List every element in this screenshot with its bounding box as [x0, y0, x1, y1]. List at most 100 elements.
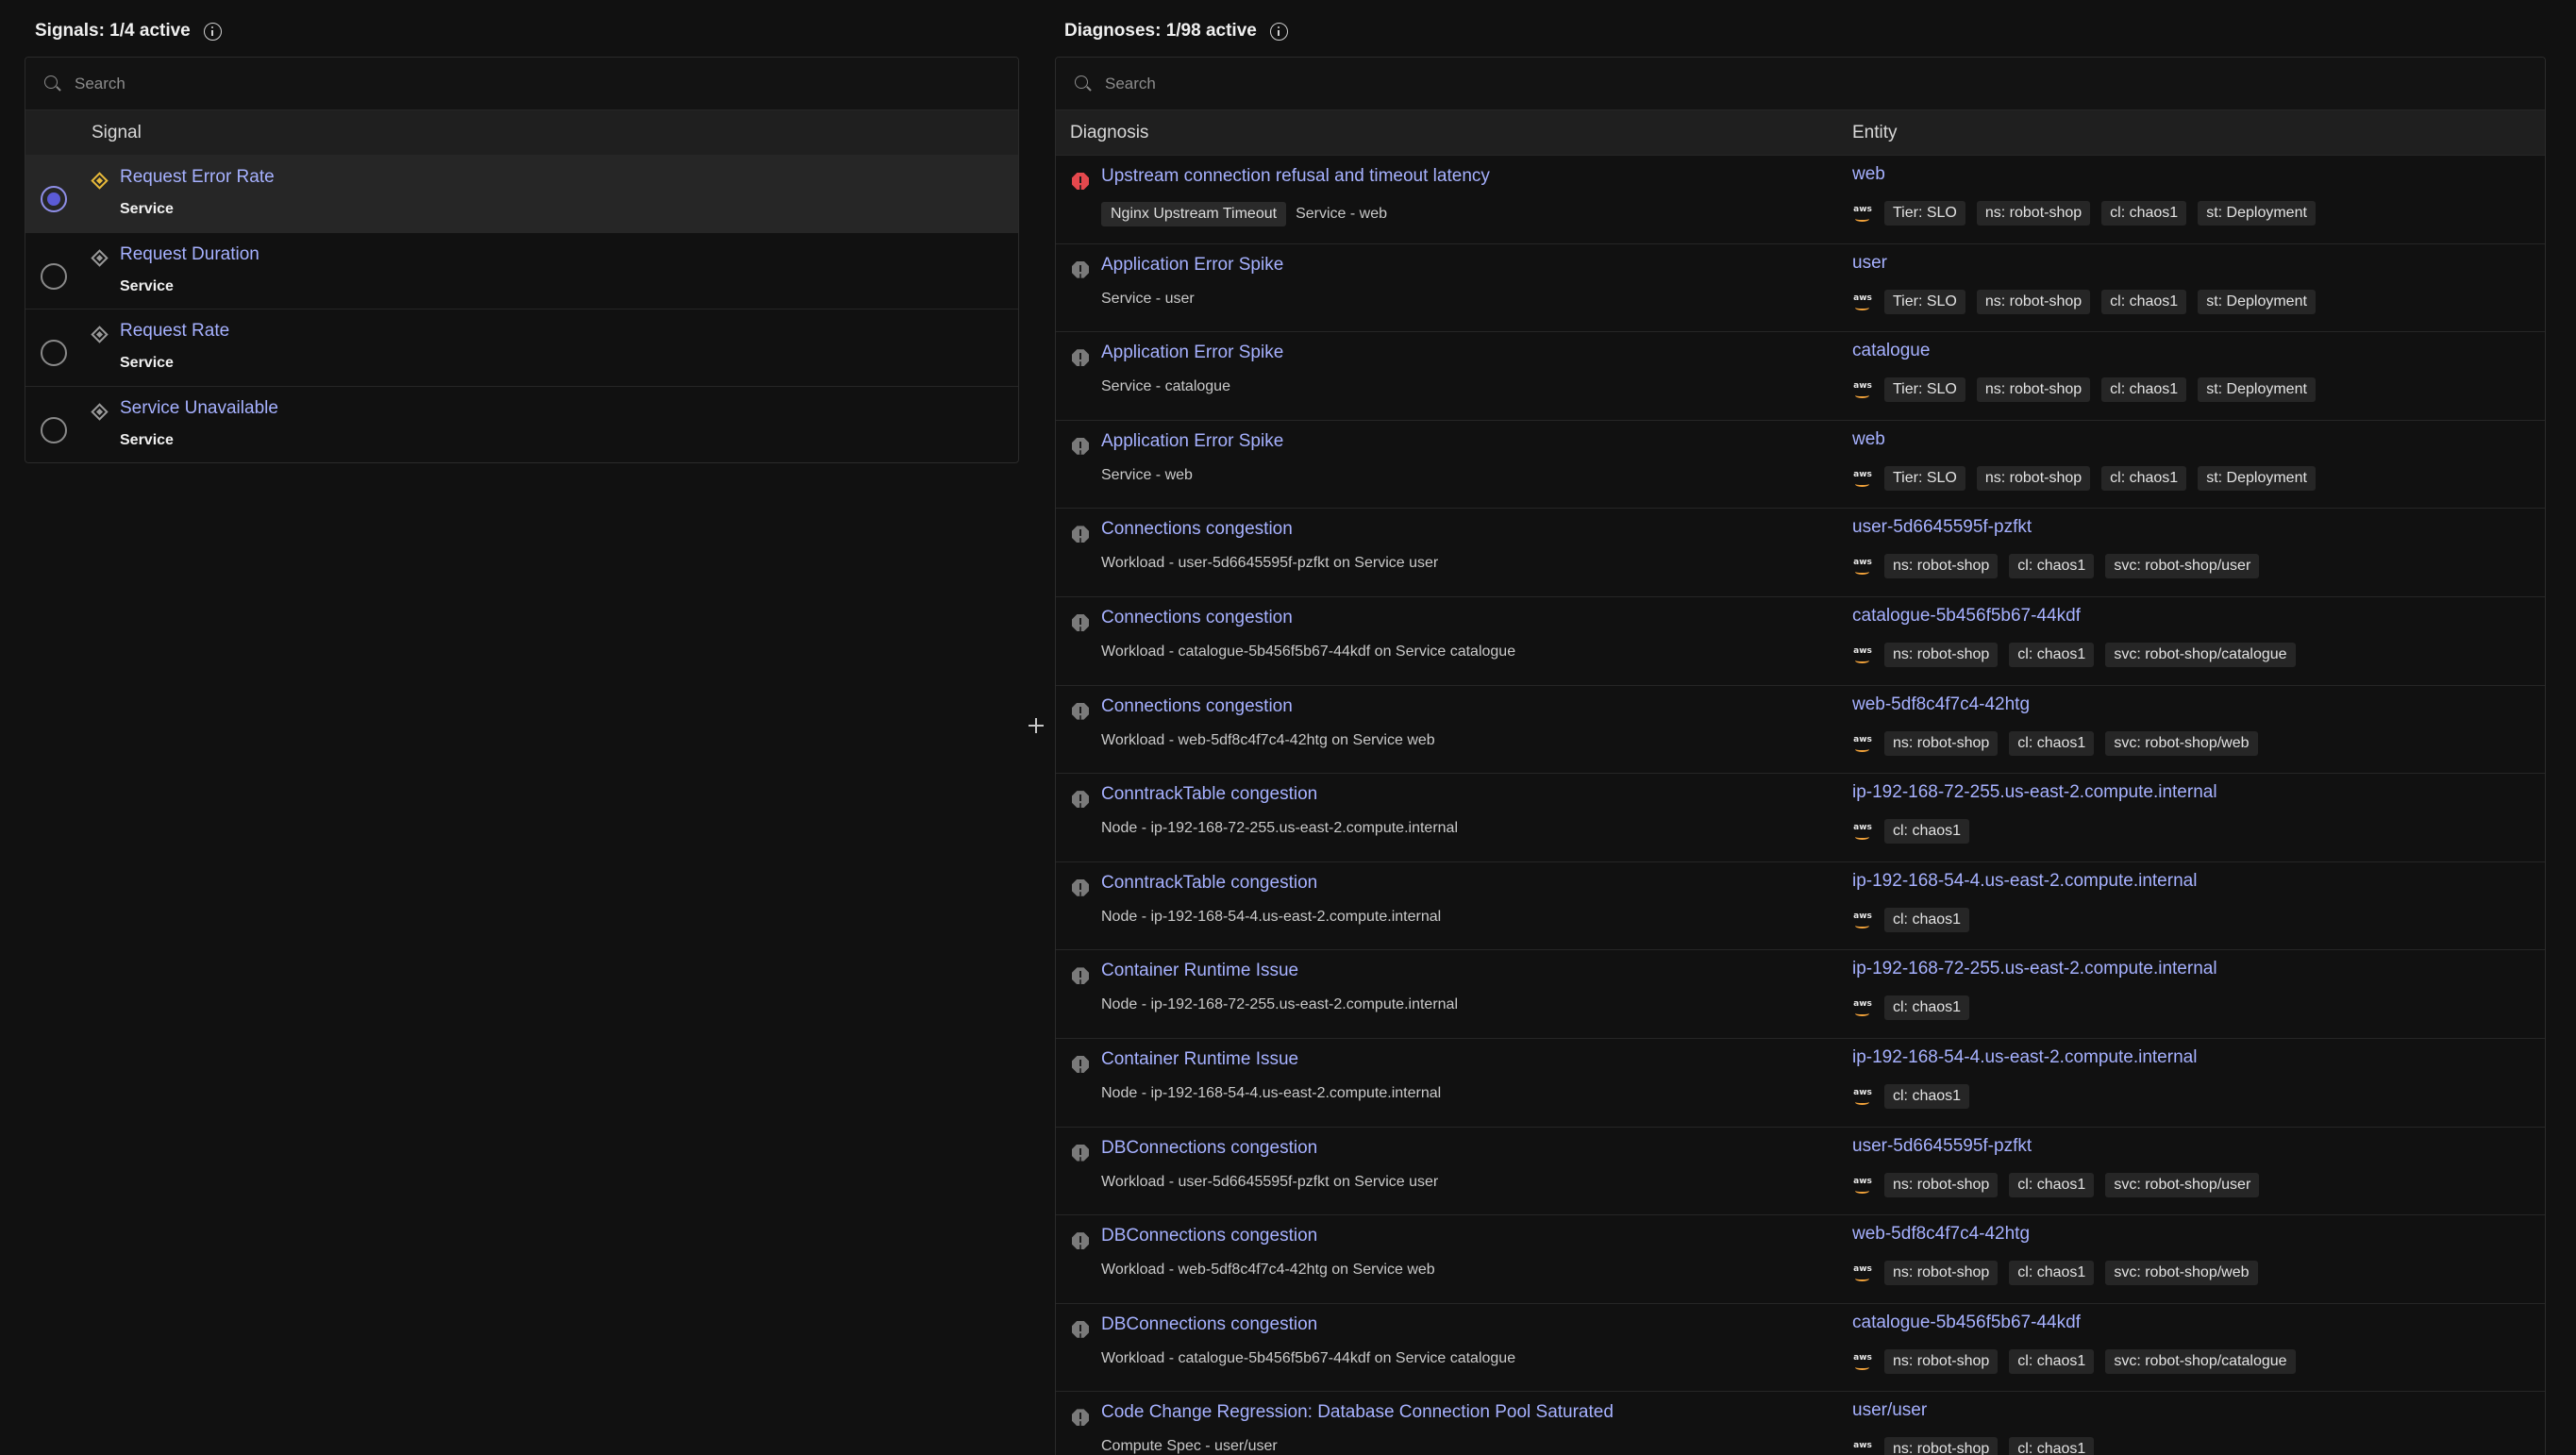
column-entity[interactable]: Entity	[1852, 123, 1898, 143]
aws-icon: aws	[1852, 558, 1873, 576]
diagnosis-name[interactable]: Code Change Regression: Database Connect…	[1101, 1402, 1614, 1423]
diagnosis-name[interactable]: ConntrackTable congestion	[1101, 784, 1317, 805]
entity-name[interactable]: web	[1852, 164, 1885, 185]
diagnosis-scope: Workload - catalogue-5b456f5b67-44kdf on…	[1101, 643, 1516, 660]
diagnosis-row[interactable]: Container Runtime Issue Node - ip-192-16…	[1056, 950, 2545, 1039]
info-icon[interactable]	[203, 22, 222, 41]
entity-name[interactable]: user	[1852, 253, 1887, 274]
entity-name[interactable]: web	[1852, 429, 1885, 450]
signal-row[interactable]: Request Duration Service	[25, 233, 1018, 309]
diagnosis-row[interactable]: Upstream connection refusal and timeout …	[1056, 156, 2545, 244]
signal-status-icon	[91, 172, 109, 190]
diagnosis-row[interactable]: Connections congestion Workload - web-5d…	[1056, 686, 2545, 775]
diagnosis-row[interactable]: Code Change Regression: Database Connect…	[1056, 1392, 2545, 1455]
diagnosis-name[interactable]: DBConnections congestion	[1101, 1138, 1317, 1159]
entity-tag: st: Deployment	[2198, 465, 2316, 491]
entity-tag: cl: chaos1	[2101, 289, 2187, 314]
severity-icon	[1072, 526, 1089, 544]
signals-search-input[interactable]	[75, 74, 951, 93]
diagnosis-row[interactable]: Application Error Spike Service - user u…	[1056, 244, 2545, 333]
diagnosis-name[interactable]: Container Runtime Issue	[1101, 1049, 1298, 1070]
entity-name[interactable]: user-5d6645595f-pzfkt	[1852, 1136, 2032, 1157]
entity-tags: aws Tier: SLO ns: robot-shop cl: chaos1 st: …	[1852, 465, 2316, 491]
diagnosis-scope: Node - ip-192-168-54-4.us-east-2.compute…	[1101, 908, 1442, 925]
column-signal[interactable]: Signal	[92, 123, 142, 143]
entity-tag: Tier: SLO	[1884, 201, 1965, 226]
diagnosis-subtitle: Service - catalogue	[1101, 378, 1230, 395]
entity-name[interactable]: user-5d6645595f-pzfkt	[1852, 517, 2032, 538]
entity-tag: svc: robot-shop/user	[2105, 554, 2260, 579]
diagnosis-row[interactable]: ConntrackTable congestion Node - ip-192-…	[1056, 862, 2545, 951]
diagnosis-row[interactable]: Application Error Spike Service - catalo…	[1056, 332, 2545, 421]
signals-title: Signals: 1/4 active	[35, 21, 191, 41]
entity-tags: aws cl: chaos1	[1852, 995, 1970, 1021]
signal-row[interactable]: Service Unavailable Service	[25, 387, 1018, 463]
diagnosis-name[interactable]: Connections congestion	[1101, 608, 1293, 628]
entity-name[interactable]: catalogue	[1852, 341, 1930, 361]
entity-name[interactable]: ip-192-168-54-4.us-east-2.compute.intern…	[1852, 1047, 2197, 1068]
info-icon[interactable]	[1269, 22, 1288, 41]
signal-radio[interactable]	[41, 186, 67, 212]
entity-name[interactable]: ip-192-168-72-255.us-east-2.compute.inte…	[1852, 959, 2217, 979]
column-diagnosis[interactable]: Diagnosis	[1070, 123, 1148, 143]
diagnosis-name[interactable]: Application Error Spike	[1101, 343, 1283, 363]
aws-icon: aws	[1852, 381, 1873, 399]
diagnosis-name[interactable]: DBConnections congestion	[1101, 1314, 1317, 1335]
entity-name[interactable]: ip-192-168-54-4.us-east-2.compute.intern…	[1852, 871, 2197, 892]
entity-name[interactable]: catalogue-5b456f5b67-44kdf	[1852, 606, 2081, 627]
entity-tag: cl: chaos1	[2009, 642, 2095, 667]
diagnosis-row[interactable]: Connections congestion Workload - catalo…	[1056, 597, 2545, 686]
signal-radio[interactable]	[41, 262, 67, 290]
signal-row[interactable]: Request Rate Service	[25, 309, 1018, 387]
entity-name[interactable]: web-5df8c4f7c4-42htg	[1852, 694, 2030, 715]
signal-type: Service	[120, 431, 174, 448]
signal-name[interactable]: Request Error Rate	[120, 167, 275, 188]
entity-tag: ns: robot-shop	[1976, 201, 2091, 226]
entity-name[interactable]: catalogue-5b456f5b67-44kdf	[1852, 1313, 2081, 1333]
diagnosis-subtitle: Node - ip-192-168-54-4.us-east-2.compute…	[1101, 909, 1441, 926]
diagnosis-name[interactable]: DBConnections congestion	[1101, 1226, 1317, 1246]
diagnoses-search-input[interactable]	[1105, 74, 2429, 93]
signal-type: Service	[120, 201, 174, 217]
diagnosis-name[interactable]: Connections congestion	[1101, 696, 1293, 717]
entity-name[interactable]: ip-192-168-72-255.us-east-2.compute.inte…	[1852, 782, 2217, 803]
diagnosis-chip: Nginx Upstream Timeout	[1101, 202, 1287, 226]
severity-icon	[1072, 437, 1089, 455]
entity-tags: aws cl: chaos1	[1852, 1083, 1970, 1109]
entity-tag: ns: robot-shop	[1884, 1348, 1999, 1374]
diagnosis-subtitle: Workload - catalogue-5b456f5b67-44kdf on…	[1101, 1350, 1515, 1367]
aws-icon: aws	[1852, 1441, 1873, 1455]
signal-radio[interactable]	[41, 340, 67, 366]
diagnosis-row[interactable]: ConntrackTable congestion Node - ip-192-…	[1056, 774, 2545, 862]
entity-tags: aws ns: robot-shop cl: chaos1 svc: robot-sh…	[1852, 554, 2260, 579]
diagnosis-row[interactable]: DBConnections congestion Workload - web-…	[1056, 1215, 2545, 1304]
signal-radio[interactable]	[41, 416, 67, 443]
signal-row[interactable]: Request Error Rate Service	[25, 156, 1018, 233]
search-icon	[1075, 75, 1092, 92]
diagnosis-name[interactable]: Application Error Spike	[1101, 255, 1283, 276]
signal-type: Service	[120, 277, 174, 294]
diagnosis-name[interactable]: Container Runtime Issue	[1101, 961, 1298, 981]
diagnosis-name[interactable]: Connections congestion	[1101, 519, 1293, 540]
diagnosis-scope: Workload - catalogue-5b456f5b67-44kdf on…	[1101, 1349, 1516, 1366]
entity-tags: aws ns: robot-shop cl: chaos1 svc: robot-sh…	[1852, 1172, 2260, 1197]
severity-icon	[1072, 260, 1089, 278]
diagnosis-name[interactable]: ConntrackTable congestion	[1101, 873, 1317, 894]
entity-tag: Tier: SLO	[1884, 289, 1965, 314]
diagnosis-row[interactable]: Application Error Spike Service - web we…	[1056, 421, 2545, 510]
entity-name[interactable]: web-5df8c4f7c4-42htg	[1852, 1224, 2030, 1245]
move-cursor-icon[interactable]	[1029, 718, 1044, 733]
diagnosis-subtitle: Workload - user-5d6645595f-pzfkt on Serv…	[1101, 555, 1438, 572]
signal-type: Service	[120, 355, 174, 371]
diagnosis-row[interactable]: DBConnections congestion Workload - user…	[1056, 1128, 2545, 1216]
diagnosis-row[interactable]: Connections congestion Workload - user-5…	[1056, 509, 2545, 597]
signal-name[interactable]: Request Rate	[120, 321, 229, 342]
entity-name[interactable]: user/user	[1852, 1400, 1927, 1421]
diagnosis-row[interactable]: DBConnections congestion Workload - cata…	[1056, 1304, 2545, 1393]
diagnosis-name[interactable]: Upstream connection refusal and timeout …	[1101, 166, 1490, 187]
diagnosis-row[interactable]: Container Runtime Issue Node - ip-192-16…	[1056, 1039, 2545, 1128]
entity-tag: ns: robot-shop	[1884, 1437, 1999, 1455]
diagnosis-name[interactable]: Application Error Spike	[1101, 431, 1283, 452]
signal-name[interactable]: Request Duration	[120, 244, 259, 265]
signal-name[interactable]: Service Unavailable	[120, 398, 278, 419]
